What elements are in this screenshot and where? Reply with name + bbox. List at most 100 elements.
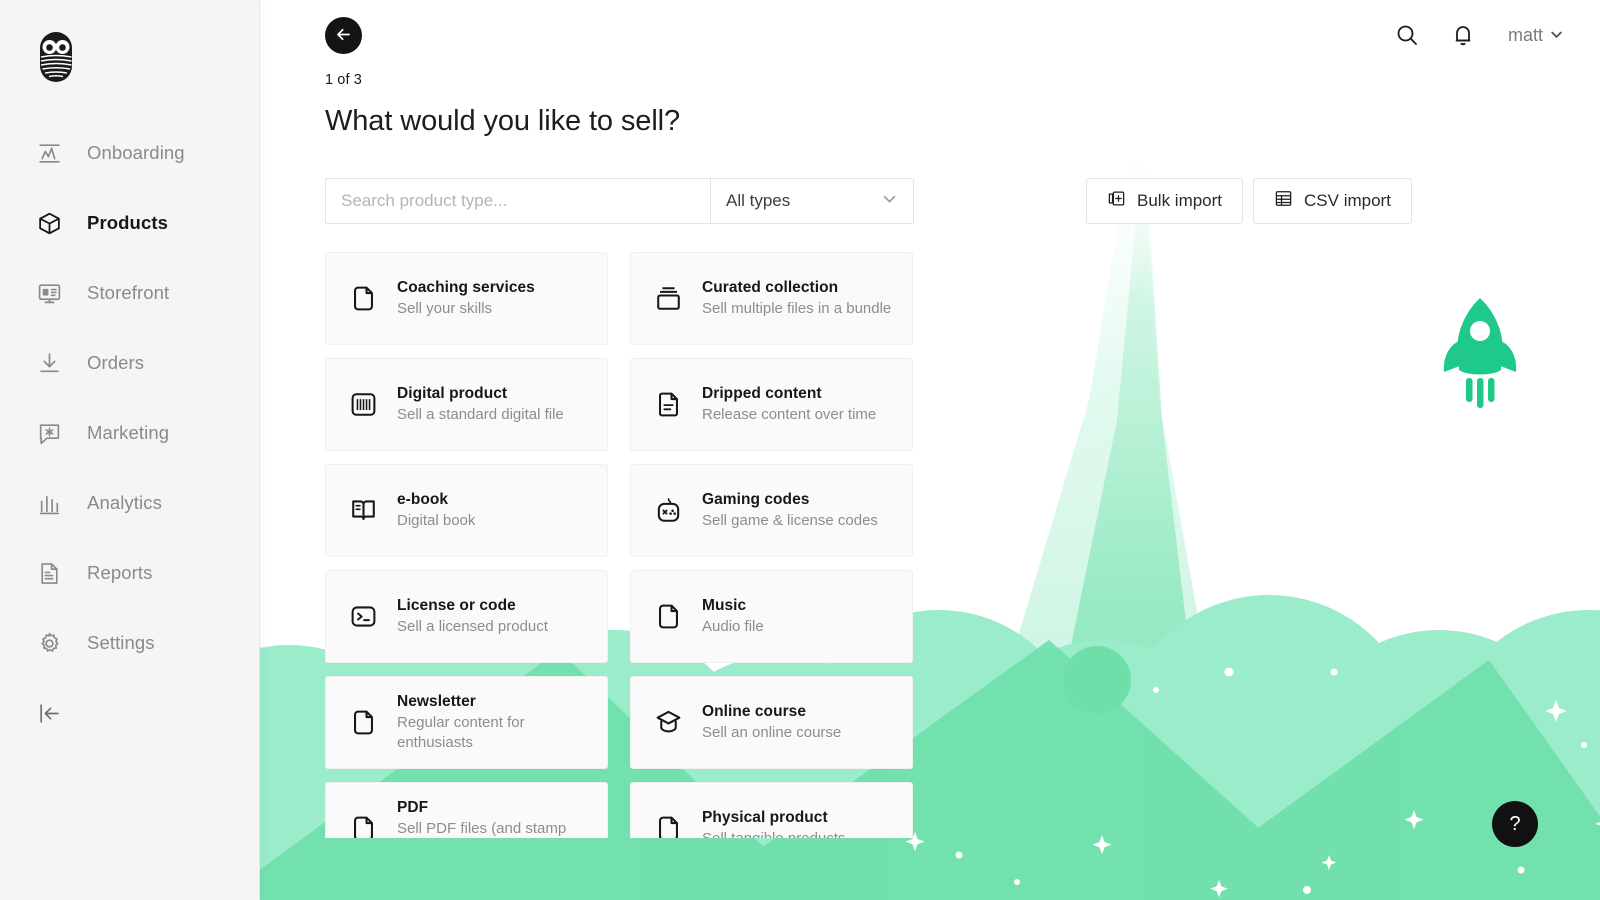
main-area: matt 1 of 3 What would you like to sell? (259, 0, 1600, 900)
card-subtitle: Sell an online course (702, 723, 841, 743)
card-text: Gaming codes Sell game & license codes (702, 490, 878, 531)
card-text: Physical product Sell tangible products (702, 808, 845, 838)
drip-document-icon (651, 388, 685, 422)
file-page-icon (651, 812, 685, 839)
sidebar-collapse-button[interactable] (34, 678, 259, 748)
bulk-import-label: Bulk import (1137, 191, 1222, 211)
csv-import-label: CSV import (1304, 191, 1391, 211)
card-text: License or code Sell a licensed product (397, 596, 548, 637)
product-type-card-license-or-code[interactable]: License or code Sell a licensed product (325, 570, 608, 663)
card-subtitle: Regular content for enthusiasts (397, 713, 593, 754)
search-box: All types (325, 178, 914, 224)
terminal-icon (346, 600, 380, 634)
collapse-sidebar-icon (34, 698, 64, 728)
product-type-list[interactable]: Coaching services Sell your skills (325, 252, 917, 838)
card-title: e-book (397, 490, 475, 510)
product-type-card-digital-product[interactable]: Digital product Sell a standard digital … (325, 358, 608, 451)
settings-gear-icon (34, 628, 64, 658)
sidebar-item-label: Marketing (87, 422, 169, 444)
search-icon[interactable] (1392, 20, 1422, 50)
import-button-group: Bulk import CSV import (1086, 178, 1412, 224)
card-text: e-book Digital book (397, 490, 475, 531)
card-title: Dripped content (702, 384, 876, 404)
bell-icon[interactable] (1448, 20, 1478, 50)
owl-logo-icon (34, 32, 78, 87)
csv-import-button[interactable]: CSV import (1253, 178, 1412, 224)
card-title: Physical product (702, 808, 845, 828)
chevron-down-icon (882, 191, 897, 211)
card-subtitle: Sell your skills (397, 299, 535, 319)
sidebar-item-onboarding[interactable]: Onboarding (34, 118, 259, 188)
card-subtitle: Sell a licensed product (397, 617, 548, 637)
card-text: Digital product Sell a standard digital … (397, 384, 564, 425)
card-text: Online course Sell an online course (702, 702, 841, 743)
barcode-icon (346, 388, 380, 422)
help-button[interactable]: ? (1492, 801, 1538, 847)
card-subtitle: Sell PDF files (and stamp them) (397, 819, 593, 838)
storefront-monitor-icon (34, 278, 64, 308)
card-text: Music Audio file (702, 596, 764, 637)
brand-logo[interactable] (0, 0, 259, 118)
card-title: PDF (397, 798, 593, 818)
card-text: Curated collection Sell multiple files i… (702, 278, 891, 319)
back-button[interactable] (325, 17, 362, 54)
card-subtitle: Sell multiple files in a bundle (702, 299, 891, 319)
card-subtitle: Audio file (702, 617, 764, 637)
product-type-card-e-book[interactable]: e-book Digital book (325, 464, 608, 557)
onboarding-chart-icon (34, 138, 64, 168)
file-page-icon (651, 600, 685, 634)
user-menu[interactable]: matt (1508, 25, 1563, 46)
search-input[interactable] (326, 179, 710, 223)
card-subtitle: Release content over time (702, 405, 876, 425)
page-title: What would you like to sell? (325, 105, 1600, 138)
topbar: matt (1392, 0, 1600, 70)
card-title: Online course (702, 702, 841, 722)
product-type-card-dripped-content[interactable]: Dripped content Release content over tim… (630, 358, 913, 451)
sidebar-item-products[interactable]: Products (34, 188, 259, 258)
product-type-card-coaching-services[interactable]: Coaching services Sell your skills (325, 252, 608, 345)
product-type-card-gaming-codes[interactable]: Gaming codes Sell game & license codes (630, 464, 913, 557)
product-type-filter-select[interactable]: All types (710, 179, 913, 223)
sidebar-item-label: Reports (87, 562, 152, 584)
graduation-cap-icon (651, 706, 685, 740)
stacked-box-icon (651, 282, 685, 316)
open-book-icon (346, 494, 380, 528)
orders-download-icon (34, 348, 64, 378)
file-page-icon (346, 706, 380, 740)
card-title: Coaching services (397, 278, 535, 298)
card-text: Coaching services Sell your skills (397, 278, 535, 319)
sidebar: Onboarding Products (0, 0, 259, 900)
sidebar-nav: Onboarding Products (0, 118, 259, 748)
sidebar-item-label: Products (87, 212, 168, 234)
sidebar-item-label: Settings (87, 632, 155, 654)
card-text: Dripped content Release content over tim… (702, 384, 876, 425)
sidebar-item-label: Storefront (87, 282, 169, 304)
analytics-bars-icon (34, 488, 64, 518)
product-type-card-curated-collection[interactable]: Curated collection Sell multiple files i… (630, 252, 913, 345)
game-controller-icon (651, 494, 685, 528)
card-title: Gaming codes (702, 490, 878, 510)
products-cube-icon (34, 208, 64, 238)
card-text: Newsletter Regular content for enthusias… (397, 692, 593, 754)
product-type-card-online-course[interactable]: Online course Sell an online course (630, 676, 913, 769)
card-subtitle: Sell a standard digital file (397, 405, 564, 425)
card-title: Curated collection (702, 278, 891, 298)
product-type-card-physical-product[interactable]: Physical product Sell tangible products (630, 782, 913, 838)
reports-document-icon (34, 558, 64, 588)
card-title: License or code (397, 596, 548, 616)
sidebar-item-analytics[interactable]: Analytics (34, 468, 259, 538)
sidebar-item-orders[interactable]: Orders (34, 328, 259, 398)
sidebar-item-settings[interactable]: Settings (34, 608, 259, 678)
card-title: Newsletter (397, 692, 593, 712)
file-page-icon (346, 812, 380, 839)
product-type-card-newsletter[interactable]: Newsletter Regular content for enthusias… (325, 676, 608, 769)
user-name-label: matt (1508, 25, 1543, 46)
bulk-import-button[interactable]: Bulk import (1086, 178, 1243, 224)
product-type-card-music[interactable]: Music Audio file (630, 570, 913, 663)
sidebar-item-marketing[interactable]: Marketing (34, 398, 259, 468)
product-type-card-pdf[interactable]: PDF Sell PDF files (and stamp them) (325, 782, 608, 838)
sidebar-item-reports[interactable]: Reports (34, 538, 259, 608)
card-subtitle: Sell game & license codes (702, 511, 878, 531)
file-page-icon (346, 282, 380, 316)
sidebar-item-storefront[interactable]: Storefront (34, 258, 259, 328)
